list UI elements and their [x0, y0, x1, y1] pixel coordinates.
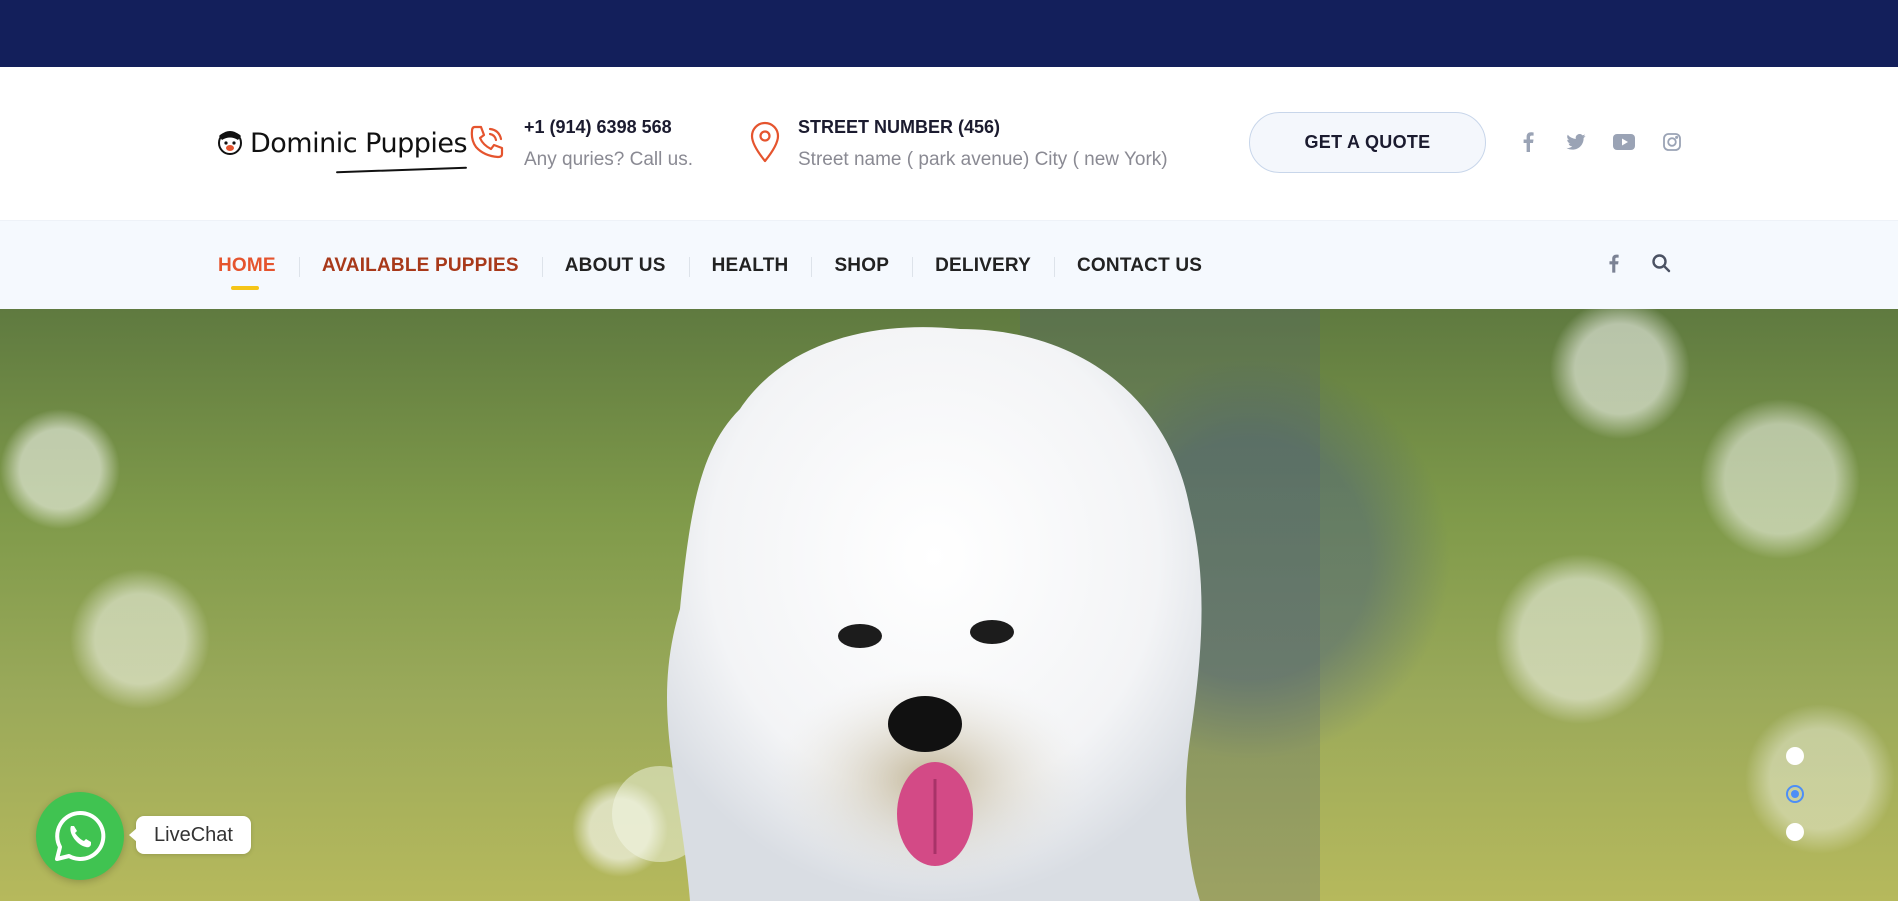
- phone-number[interactable]: +1 (914) 6398 568: [524, 115, 693, 139]
- facebook-icon[interactable]: [1516, 130, 1540, 154]
- active-indicator: [231, 285, 259, 290]
- header-social-links: [1516, 130, 1684, 154]
- nav-item-label: ABOUT US: [564, 254, 666, 276]
- hero-dog-image: [612, 309, 1320, 901]
- contact-phone: +1 (914) 6398 568 Any quries? Call us.: [466, 115, 693, 173]
- nav-actions: [1608, 253, 1671, 278]
- livechat-label[interactable]: LiveChat: [129, 816, 251, 854]
- top-bar: [0, 0, 1898, 67]
- address-title: STREET NUMBER (456): [798, 117, 1001, 137]
- nav-menu: HOME AVAILABLE PUPPIES ABOUT US HEALTH S…: [218, 221, 1225, 310]
- brand-name: Dominic Puppies: [250, 127, 468, 159]
- nav-item-label: CONTACT US: [1077, 254, 1203, 276]
- nav-item-label: HEALTH: [711, 254, 789, 276]
- slider-dot[interactable]: [1786, 823, 1804, 841]
- twitter-icon[interactable]: [1564, 130, 1588, 154]
- facebook-icon[interactable]: [1608, 254, 1619, 278]
- main-navigation: HOME AVAILABLE PUPPIES ABOUT US HEALTH S…: [0, 220, 1898, 309]
- nav-item-available-puppies[interactable]: AVAILABLE PUPPIES: [298, 254, 542, 277]
- nav-item-label: HOME: [218, 254, 276, 276]
- address-detail: Street name ( park avenue) City ( new Yo…: [798, 149, 1168, 170]
- nav-item-label: SHOP: [834, 254, 890, 276]
- map-pin-icon: [750, 121, 780, 163]
- slider-dot-active[interactable]: [1786, 785, 1804, 803]
- nav-item-delivery[interactable]: DELIVERY: [912, 255, 1054, 277]
- header: Dominic Puppies +1 (914) 6398 568 Any qu…: [0, 67, 1898, 220]
- nav-item-contact-us[interactable]: CONTACT US: [1054, 255, 1225, 277]
- nav-item-about-us[interactable]: ABOUT US: [541, 254, 689, 277]
- phone-icon: [470, 125, 504, 159]
- nav-item-label: DELIVERY: [935, 254, 1032, 276]
- search-icon[interactable]: [1651, 253, 1671, 278]
- brand-logo[interactable]: Dominic Puppies: [216, 123, 468, 174]
- brand-underline: [336, 166, 468, 174]
- nav-item-home[interactable]: HOME: [218, 254, 299, 290]
- contact-address: STREET NUMBER (456) Street name ( park a…: [748, 115, 1168, 173]
- nav-item-shop[interactable]: SHOP: [811, 255, 912, 277]
- whatsapp-icon: [55, 810, 106, 861]
- phone-caption: Any quries? Call us.: [524, 149, 693, 170]
- puppy-face-icon: [218, 131, 242, 155]
- instagram-icon[interactable]: [1660, 130, 1684, 154]
- get-quote-button[interactable]: GET A QUOTE: [1249, 112, 1486, 173]
- nav-item-health[interactable]: HEALTH: [688, 254, 812, 277]
- nav-item-label: AVAILABLE PUPPIES: [321, 254, 519, 276]
- hero-slider: [0, 309, 1898, 901]
- slider-dots: [1786, 747, 1804, 841]
- whatsapp-chat-button[interactable]: [36, 792, 124, 880]
- slider-dot[interactable]: [1786, 747, 1804, 765]
- youtube-icon[interactable]: [1612, 130, 1636, 154]
